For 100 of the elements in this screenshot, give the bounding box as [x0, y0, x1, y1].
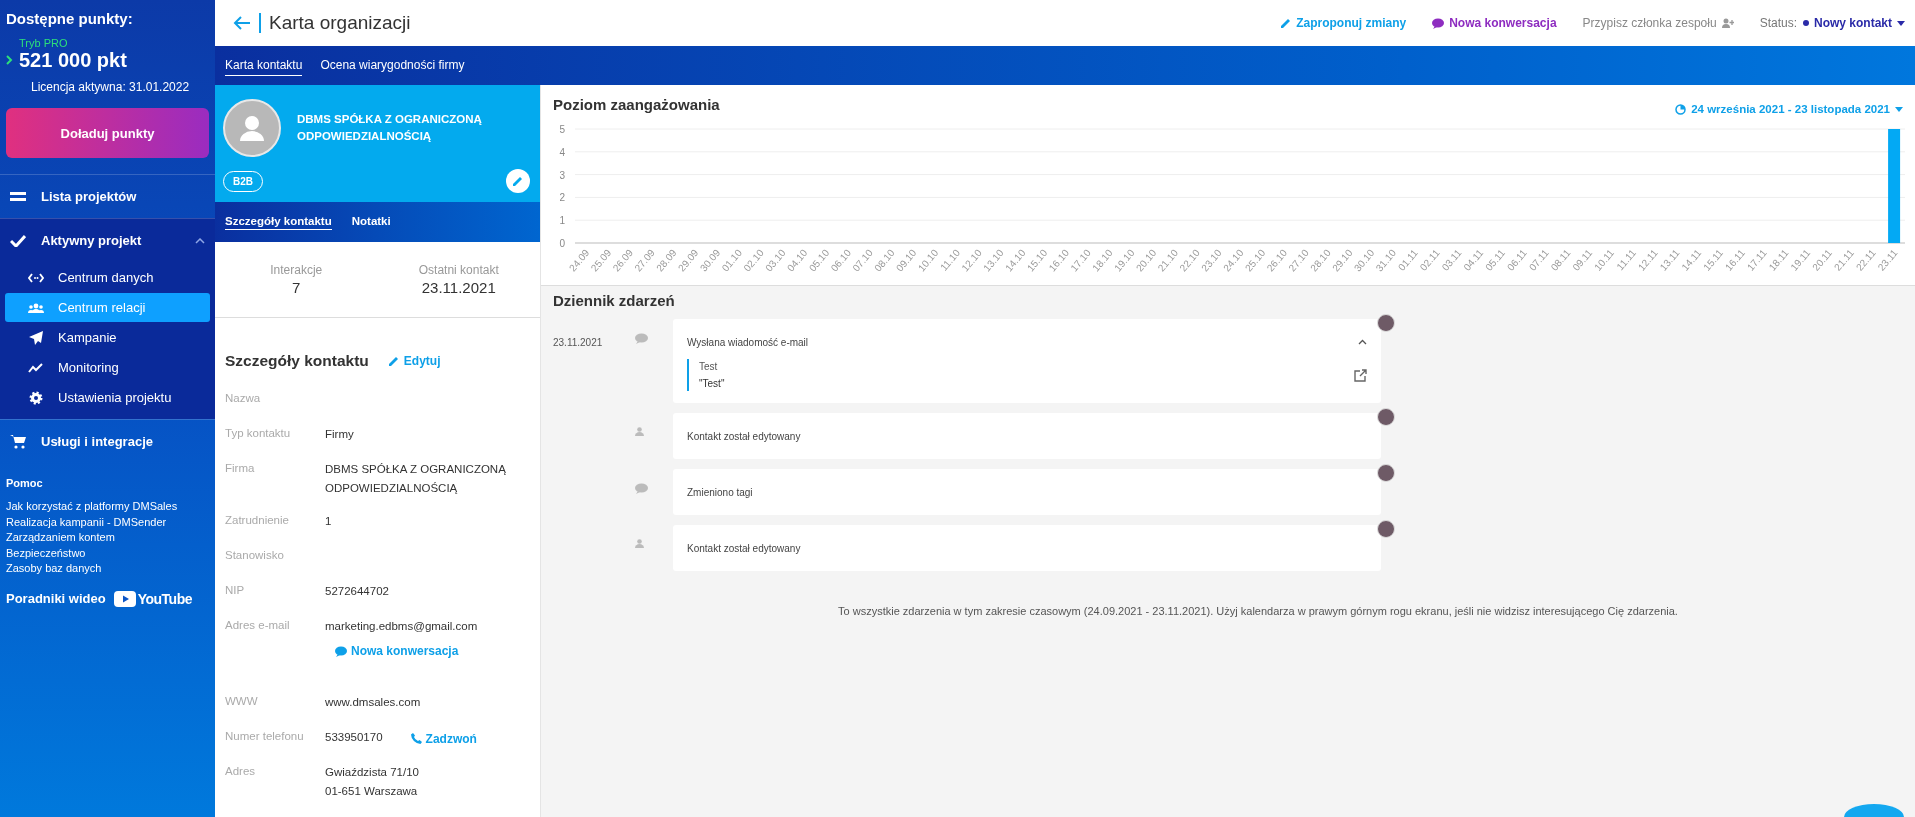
- external-link-icon[interactable]: [1354, 368, 1367, 382]
- pencil-icon: [388, 356, 399, 366]
- caret-down-icon: [1895, 106, 1903, 112]
- nav-subitem[interactable]: Ustawienia projektu: [5, 383, 210, 412]
- field-label: Firma: [225, 462, 256, 474]
- status-label: Status:: [1759, 16, 1797, 30]
- top-up-button[interactable]: Doładuj punkty: [6, 108, 209, 158]
- field-label: Nazwa: [225, 392, 262, 404]
- contact-name: DBMS SPÓŁKA Z OGRANICZONĄ ODPOWIEDZIALNOŚCIĄ: [297, 112, 483, 144]
- license-date: Licencja aktywna: 31.01.2022: [31, 80, 191, 94]
- field-value: DBMS SPÓŁKA Z OGRANICZONĄ ODPOWIEDZIALNOŚCIĄ: [325, 462, 507, 496]
- user-avatar: [1377, 520, 1395, 538]
- list-icon: [10, 190, 26, 203]
- chevron-up-icon[interactable]: [1358, 339, 1367, 345]
- clock-icon: [1675, 103, 1687, 115]
- chat-bubble-icon: [635, 483, 648, 494]
- points-balance: 521 000 pkt: [19, 49, 127, 72]
- people-icon: [28, 302, 44, 313]
- caret-down-icon: [1897, 20, 1905, 26]
- message-subject: Test: [699, 361, 719, 372]
- checkmark-icon: [10, 234, 26, 247]
- points-heading: Dostępne punkty:: [6, 10, 134, 27]
- event-date: 23.11.2021: [553, 336, 604, 348]
- y-tick-label: 2: [559, 192, 565, 204]
- stat-label: Interakcje: [269, 263, 324, 277]
- details-heading: Szczegóły kontaktu: [225, 352, 369, 370]
- field-value: 5272644702: [325, 584, 389, 599]
- field-value: marketing.edbms@gmail.com: [325, 619, 478, 634]
- field-value: 533950170: [325, 730, 383, 745]
- user-avatar: [1377, 314, 1395, 332]
- field-label: WWW: [225, 695, 259, 707]
- person-icon: [635, 427, 644, 436]
- y-tick-label: 3: [559, 169, 565, 181]
- log-title: Dziennik zdarzeń: [553, 292, 676, 309]
- field-label: Adres: [225, 765, 257, 777]
- user-avatar: [1377, 408, 1395, 426]
- help-link[interactable]: Zarządzaniem kontem: [6, 531, 115, 543]
- field-label: Stanowisko: [225, 549, 285, 561]
- plan-label: Tryb PRO: [19, 37, 69, 49]
- field-label: NIP: [225, 584, 246, 596]
- youtube-logo[interactable]: YouTube: [113, 590, 192, 607]
- page-tab[interactable]: Ocena wiarygodności firmy: [320, 55, 465, 76]
- event-text: Wysłana wiadomość e-mail: [687, 336, 809, 348]
- field-label: Zatrudnienie: [225, 514, 290, 526]
- nav-subitem[interactable]: Kampanie: [5, 323, 210, 352]
- pencil-icon: [1281, 18, 1292, 28]
- contact-tab[interactable]: Notatki: [351, 214, 391, 230]
- stat-label: Ostatni kontakt: [417, 263, 500, 277]
- page-title: Karta organizacji: [259, 13, 411, 33]
- chat-bubble-icon: [335, 645, 347, 657]
- header-action-link[interactable]: Nowa konwersacja: [1432, 16, 1557, 30]
- chart-title: Poziom zaangażowania: [553, 95, 720, 113]
- field-value: 1: [325, 514, 332, 529]
- help-link[interactable]: Zasoby baz danych: [6, 562, 102, 574]
- gear-icon: [28, 390, 44, 405]
- help-link[interactable]: Jak korzystać z platformy DMSales: [6, 500, 178, 512]
- nav-item[interactable]: Usługi i integracje: [0, 420, 215, 463]
- contact-tab[interactable]: Szczegóły kontaktu: [225, 214, 332, 230]
- nav-item[interactable]: Lista projektów: [0, 175, 215, 218]
- field-label: Numer telefonu: [225, 730, 305, 742]
- stat-value: 23.11.2021: [420, 279, 497, 296]
- nav-subitem[interactable]: Monitoring: [5, 353, 210, 382]
- video-tutorials-label: Poradniki wideo: [6, 591, 106, 606]
- y-tick-label: 4: [559, 146, 565, 158]
- code-icon: [28, 272, 44, 283]
- y-tick-label: 0: [559, 238, 565, 249]
- field-value: Gwiaździsta 71/10 01-651 Warszawa: [325, 765, 419, 799]
- field-value: Firmy: [325, 427, 354, 442]
- help-link[interactable]: Bezpieczeństwo: [6, 546, 86, 559]
- nav-subitem[interactable]: Centrum danych: [5, 263, 210, 292]
- cart-icon: [10, 434, 26, 449]
- add-person-icon: [1721, 18, 1734, 28]
- log-footnote: To wszystkie zdarzenia w tym zakresie czasowym (24.09.2021 - 23.11.2021). Użyj kalendarza w prawym górnym rogu ekranu, jeśli nie widzisz interesującego Cię zdarzenia.: [837, 605, 1679, 617]
- person-icon: [635, 539, 644, 548]
- phone-icon: [410, 733, 422, 744]
- event-text: Kontakt został edytowany: [687, 542, 801, 554]
- trend-line-icon: [28, 362, 44, 373]
- field-label: Typ kontaktu: [225, 427, 292, 439]
- message-body: "Test": [699, 378, 725, 389]
- avatar-placeholder: [223, 99, 281, 157]
- page-tab[interactable]: Karta kontaktu: [225, 55, 303, 76]
- chat-bubble-icon: [635, 333, 648, 344]
- back-arrow-icon[interactable]: [233, 16, 251, 30]
- status-dropdown[interactable]: Nowy kontakt: [1803, 16, 1905, 30]
- event-text: Kontakt został edytowany: [687, 430, 801, 442]
- stat-value: 7: [291, 279, 302, 296]
- field-value: www.dmsales.com: [325, 695, 421, 710]
- nav-item[interactable]: Aktywny projekt: [0, 219, 215, 262]
- edit-button[interactable]: [506, 169, 530, 193]
- event-text: Zmieniono tagi: [687, 486, 753, 498]
- y-tick-label: 1: [559, 215, 565, 227]
- pencil-icon: [513, 176, 523, 186]
- header-action-link[interactable]: Przypisz członka zespołu: [1582, 16, 1734, 30]
- help-heading: Pomoc: [6, 477, 44, 489]
- paper-plane-icon: [28, 330, 44, 345]
- y-tick-label: 5: [559, 124, 565, 135]
- chat-bubble-icon: [1432, 17, 1445, 29]
- help-link[interactable]: Realizacja kampanii - DMSender: [6, 515, 167, 528]
- user-avatar: [1377, 464, 1395, 482]
- chevron-up-icon[interactable]: [195, 237, 205, 244]
